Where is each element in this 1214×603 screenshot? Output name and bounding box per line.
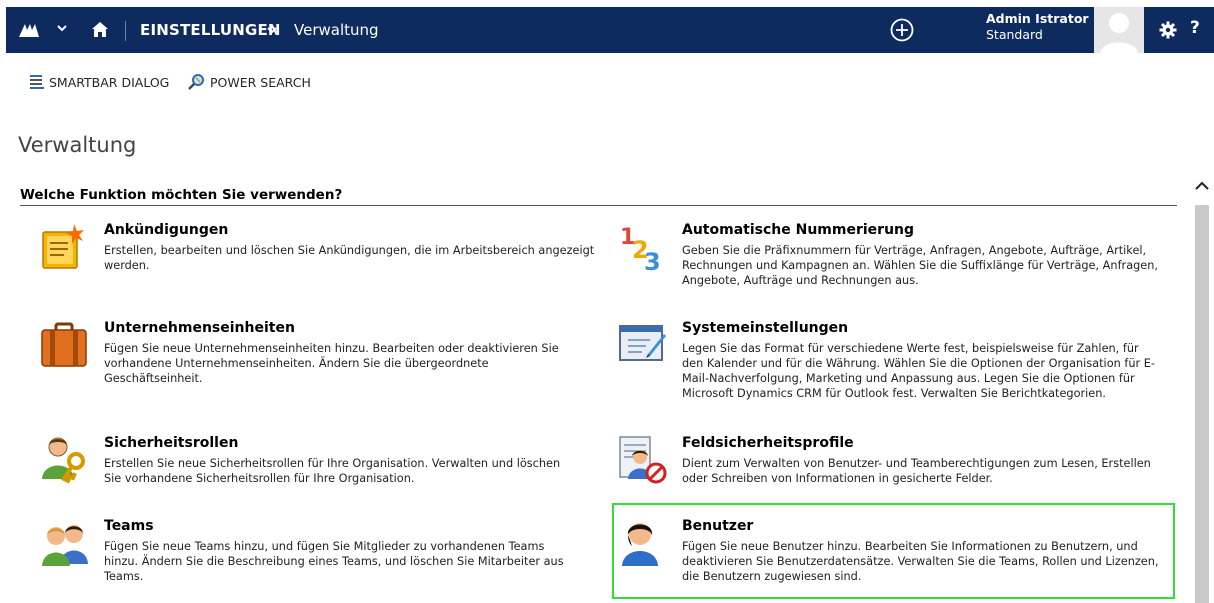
tile-description: Erstellen, bearbeiten und löschen Sie An… [104, 244, 595, 272]
smartbar-dialog-button[interactable]: SMARTBAR DIALOG [30, 74, 169, 90]
tile-business-units[interactable]: Unternehmenseinheiten Fügen Sie neue Unt… [40, 320, 600, 385]
breadcrumb-current[interactable]: Verwaltung [294, 21, 379, 39]
tile-description: Geben Sie die Präfixnummern für Verträge… [682, 244, 1158, 287]
svg-text:3: 3 [644, 248, 661, 272]
tile-field-security-profiles[interactable]: Feldsicherheitsprofile Dient zum Verwalt… [618, 435, 1178, 495]
dynamics-logo-icon[interactable] [18, 21, 40, 39]
tile-title[interactable]: Feldsicherheitsprofile [682, 435, 854, 451]
tile-teams[interactable]: Teams Fügen Sie neue Teams hinzu, und fü… [40, 518, 600, 583]
chevron-up-icon[interactable] [1192, 176, 1212, 196]
power-search-button[interactable]: POWER SEARCH [187, 74, 311, 90]
tile-title[interactable]: Systemeinstellungen [682, 320, 848, 336]
user-silhouette-icon [1100, 13, 1138, 53]
briefcase-icon [41, 322, 87, 367]
teams-icon [42, 525, 88, 566]
page-title: Verwaltung [18, 133, 137, 157]
tile-security-roles[interactable]: Sicherheitsrollen Erstellen Sie neue Sic… [40, 435, 600, 495]
user-organization: Standard [986, 27, 1043, 42]
scrollbar-thumb[interactable] [1195, 205, 1209, 603]
tile-title[interactable]: Unternehmenseinheiten [104, 320, 295, 336]
power-search-icon [188, 74, 204, 90]
tile-description: Legen Sie das Format für verschiedene We… [682, 342, 1155, 400]
tile-announcements[interactable]: Ankündigungen Erstellen, bearbeiten und … [40, 222, 600, 282]
list-icon [30, 75, 44, 89]
tile-title[interactable]: Teams [104, 518, 154, 534]
tile-description: Fügen Sie neue Unternehmenseinheiten hin… [104, 342, 559, 385]
section-heading: Welche Funktion möchten Sie verwenden? [20, 187, 343, 203]
tile-description: Fügen Sie neue Benutzer hinzu. Bearbeite… [682, 540, 1159, 583]
tile-description: Dient zum Verwalten von Benutzer- und Te… [682, 457, 1151, 485]
help-button[interactable]: ? [1190, 18, 1200, 38]
smartbar-dialog-label: SMARTBAR DIALOG [49, 74, 170, 90]
heading-divider [20, 205, 1177, 206]
vertical-scrollbar[interactable] [1192, 168, 1212, 603]
top-navigation-bar: EINSTELLUNGEN Verwaltung Admin Istrator … [6, 7, 1214, 53]
tile-description: Erstellen Sie neue Sicherheitsrollen für… [104, 457, 561, 485]
tile-system-settings[interactable]: Systemeinstellungen Legen Sie das Format… [618, 320, 1178, 410]
tile-title[interactable]: Sicherheitsrollen [104, 435, 238, 451]
nav-separator [125, 21, 126, 41]
numbering-icon: 1 2 3 [620, 225, 661, 272]
tile-title[interactable]: Benutzer [682, 518, 753, 534]
tile-auto-numbering[interactable]: 1 2 3 Automatische Nummerierung Geben Si… [618, 222, 1178, 292]
tile-title[interactable]: Automatische Nummerierung [682, 222, 914, 238]
chevron-down-icon[interactable] [56, 22, 68, 34]
user-name: Admin Istrator [986, 11, 1089, 26]
tile-title[interactable]: Ankündigungen [104, 222, 228, 238]
create-new-icon[interactable] [890, 18, 914, 42]
tile-description: Fügen Sie neue Teams hinzu, und fügen Si… [104, 540, 564, 583]
field-security-icon [619, 436, 667, 484]
security-roles-icon [42, 437, 85, 484]
system-settings-icon [619, 325, 666, 361]
tile-users[interactable]: Benutzer Fügen Sie neue Benutzer hinzu. … [618, 518, 1178, 588]
nav-section-menu[interactable]: EINSTELLUNGEN [140, 21, 281, 39]
chevron-down-icon[interactable] [266, 24, 278, 36]
user-info[interactable]: Admin Istrator Standard [986, 11, 1098, 43]
gear-icon[interactable] [1159, 21, 1177, 39]
home-icon[interactable] [91, 21, 109, 38]
user-icon [622, 523, 658, 566]
announcement-icon [42, 224, 84, 269]
power-search-label: POWER SEARCH [210, 74, 311, 90]
avatar[interactable] [1094, 7, 1144, 53]
